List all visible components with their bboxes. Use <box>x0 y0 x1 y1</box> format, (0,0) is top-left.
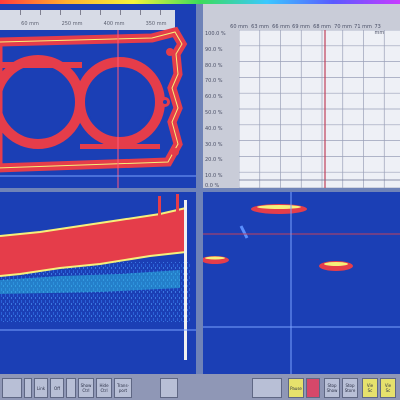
a-scan-panel[interactable]: 100.0 % 90.0 % 80.0 % 70.0 % 60.0 % 50.0… <box>203 4 400 189</box>
stop-show-button[interactable]: Stop Show <box>324 378 340 398</box>
toolbar-button[interactable] <box>2 378 22 398</box>
transport-button[interactable]: Trans-port <box>114 378 132 398</box>
d-scan-panel[interactable] <box>203 192 400 374</box>
a-scan-plot-area <box>239 30 400 188</box>
d-scan-image <box>203 192 400 374</box>
link-button[interactable]: Link <box>34 378 48 398</box>
bottom-toolbar: Link Off Show Ctrl Hide Ctrl Trans-port Pa… <box>0 374 400 400</box>
x-axis-label: 73 mm <box>374 24 385 36</box>
toolbar-button[interactable] <box>24 378 32 398</box>
x-axis-label: 68 mm <box>313 24 331 30</box>
y-axis-label: 50.0 % <box>205 110 223 116</box>
x-axis-label: 69 mm <box>292 24 310 30</box>
toolbar-button[interactable] <box>160 378 178 398</box>
c-scan-panel[interactable]: 60 mm 250 mm 400 mm 350 mm <box>0 4 196 188</box>
hide-ctrl-button[interactable]: Hide Ctrl <box>96 378 112 398</box>
show-ctrl-button[interactable]: Show Ctrl <box>78 378 94 398</box>
stop-indicator-button[interactable] <box>306 378 320 398</box>
b-scan-image <box>0 192 196 374</box>
stop-store-button[interactable]: Stop Store <box>342 378 358 398</box>
y-axis-label: 70.0 % <box>205 78 223 85</box>
x-axis-label: 70 mm <box>334 24 352 30</box>
x-axis-label: 71 mm <box>354 24 372 30</box>
x-axis-label: 63 mm <box>251 24 269 30</box>
toolbar-button[interactable] <box>252 378 282 398</box>
pause-button[interactable]: Pause <box>288 378 304 398</box>
panel-divider-vertical[interactable] <box>196 4 203 374</box>
y-axis-label: 40.0 % <box>205 125 223 132</box>
b-scan-panel[interactable] <box>0 192 196 374</box>
view-scan-button[interactable]: Vie Sc <box>380 378 396 398</box>
x-axis-label: 66 mm <box>272 24 290 30</box>
y-axis-label: 90.0 % <box>205 46 223 53</box>
y-axis-label: 80.0 % <box>205 62 223 69</box>
y-axis-label: 20.0 % <box>205 157 223 164</box>
y-axis-label: 100.0 % <box>205 31 226 37</box>
x-axis-label: 60 mm <box>230 24 248 30</box>
toolbar-button[interactable] <box>66 378 76 398</box>
y-axis-label: 10.0 % <box>205 173 223 180</box>
y-axis-label: 60.0 % <box>205 94 223 101</box>
off-checkbox[interactable]: Off <box>50 378 64 398</box>
view-scan-button[interactable]: Vie Sc <box>362 378 378 398</box>
gasket-scan-image <box>0 26 196 188</box>
y-axis-label: 30.0 % <box>205 141 223 148</box>
